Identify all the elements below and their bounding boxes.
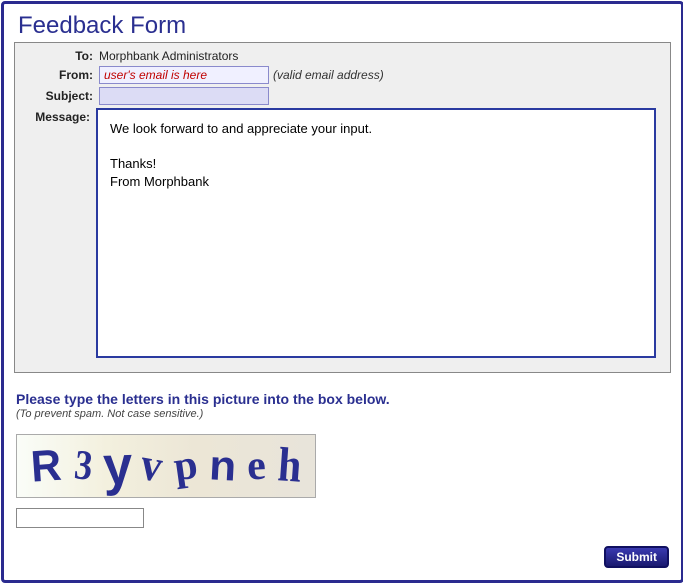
row-to: To: Morphbank Administrators (21, 47, 664, 63)
captcha-subtext: (To prevent spam. Not case sensitive.) (16, 408, 671, 420)
message-textarea[interactable] (96, 108, 656, 358)
row-message: Message: (21, 108, 664, 361)
row-subject: Subject: (21, 87, 664, 105)
label-message: Message: (21, 108, 96, 124)
row-from: From: (valid email address) (21, 66, 664, 84)
message-wrapper (96, 108, 664, 361)
captcha-image: R 3 y v p n e h (16, 434, 316, 498)
label-subject: Subject: (21, 87, 99, 103)
page-title: Feedback Form (18, 12, 671, 40)
captcha-section: Please type the letters in this picture … (14, 391, 671, 528)
from-input[interactable] (99, 66, 269, 84)
submit-button[interactable]: Submit (604, 546, 669, 568)
label-from: From: (21, 66, 99, 82)
captcha-input[interactable] (16, 508, 144, 528)
subject-input[interactable] (99, 87, 269, 105)
to-value: Morphbank Administrators (99, 47, 238, 63)
feedback-form-frame: Feedback Form To: Morphbank Administrato… (1, 1, 683, 583)
captcha-instruction: Please type the letters in this picture … (16, 391, 671, 407)
from-hint: (valid email address) (273, 66, 384, 82)
label-to: To: (21, 47, 99, 63)
form-box: To: Morphbank Administrators From: (vali… (14, 42, 671, 373)
